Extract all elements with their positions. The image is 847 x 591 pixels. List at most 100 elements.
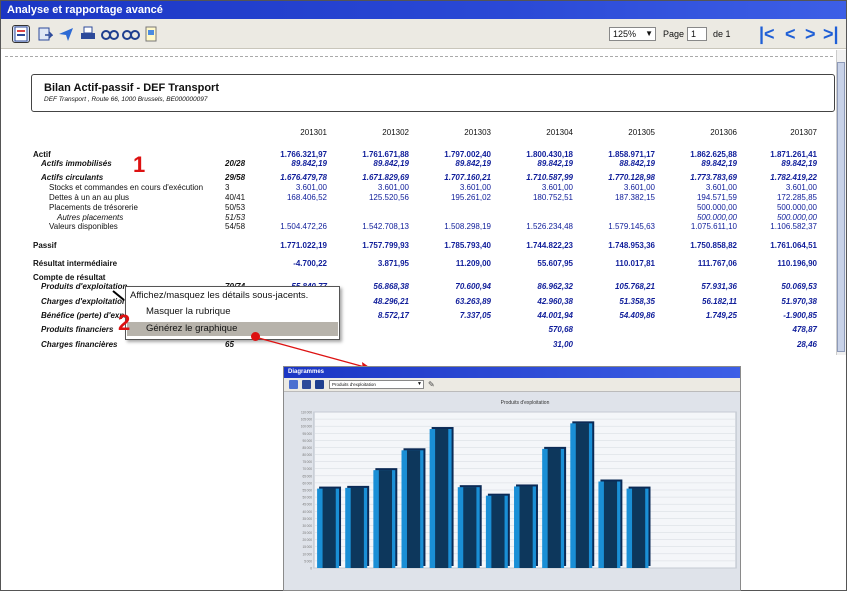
bar-shade <box>322 488 336 568</box>
row-label[interactable]: Compte de résultat <box>33 273 105 282</box>
export-icon[interactable] <box>37 26 54 42</box>
table-row[interactable]: Placements de trésorerie 50/53 500.000,00 5… <box>33 203 833 212</box>
table-row[interactable]: Dettes à un an au plus 40/41 168.406,52 125… <box>33 193 833 202</box>
send-icon[interactable] <box>58 26 74 42</box>
vertical-scrollbar[interactable] <box>836 50 846 355</box>
menu-item-generate-chart[interactable]: Générez le graphique <box>127 322 338 336</box>
row-value: 1.676.479,78 <box>280 173 327 182</box>
report-subtitle: DEF Transport , Route 66, 1000 Brussels,… <box>44 96 208 103</box>
row-value: 3.871,95 <box>377 259 409 268</box>
scrollbar-thumb[interactable] <box>837 62 845 352</box>
row-label[interactable]: Actif <box>33 150 51 159</box>
y-tick-label: 110 000 <box>301 411 312 415</box>
row-value: 89.842,19 <box>291 159 327 168</box>
y-tick-label: 95 000 <box>302 432 312 436</box>
chart-series-value: Produits d'exploitation <box>332 382 376 387</box>
chart-series-select[interactable]: Produits d'exploitation ▼ <box>329 380 424 389</box>
row-value: 1.766.321,97 <box>280 150 327 159</box>
row-label[interactable]: Passif <box>33 241 57 250</box>
chart-toolbar: Produits d'exploitation ▼ ✎ <box>284 378 740 392</box>
row-label[interactable]: Résultat intermédiaire <box>33 259 117 268</box>
row-value: 11.209,00 <box>455 259 491 268</box>
table-row[interactable]: Charges financières 65 31,00 28,46 <box>33 340 833 349</box>
row-value: 31,00 <box>552 340 573 349</box>
row-label[interactable]: Stocks et commandes en cours d'exécution <box>49 183 203 192</box>
period-header: 201304 <box>546 128 573 137</box>
report-header: Bilan Actif-passif - DEF Transport DEF T… <box>31 74 835 112</box>
row-label[interactable]: Valeurs disponibles <box>49 222 118 231</box>
row-code: 40/41 <box>225 193 246 202</box>
row-value: 28,46 <box>796 340 817 349</box>
row-value: 1.782.419,22 <box>770 173 817 182</box>
row-label[interactable]: Actifs immobilisés <box>41 159 112 168</box>
y-tick-label: 55 000 <box>302 489 312 493</box>
chart-save-icon[interactable] <box>302 380 311 389</box>
table-row[interactable]: Résultat intermédiaire -4.700,22 3.871,95 1… <box>33 259 833 268</box>
row-value: 125.520,56 <box>368 193 409 202</box>
table-row[interactable]: Stocks et commandes en cours d'exécution… <box>33 183 833 192</box>
row-label[interactable]: Actifs circulants <box>41 173 103 182</box>
table-row[interactable]: Compte de résultat <box>33 273 833 282</box>
report-layout-icon[interactable] <box>12 25 30 43</box>
row-value: 1.526.234,48 <box>526 222 573 231</box>
row-value: 1.773.783,69 <box>690 173 737 182</box>
row-value: -1.900,85 <box>783 311 817 320</box>
row-value: 3.601,00 <box>623 183 655 192</box>
row-value: 1.761.671,88 <box>362 150 409 159</box>
zoom-select[interactable]: 125% ▼ <box>609 27 656 41</box>
row-value: 1.858.971,17 <box>608 150 655 159</box>
row-value: 500.000,00 <box>696 203 737 212</box>
row-label[interactable]: Produits d'exploitation <box>41 282 127 291</box>
table-row[interactable]: Actifs circulants 29/58 1.676.479,78 1.671.… <box>33 173 833 182</box>
row-value: 3.601,00 <box>785 183 817 192</box>
y-tick-label: 80 000 <box>302 453 312 457</box>
table-row[interactable]: Actif 1.766.321,97 1.761.671,88 1.797.002,4… <box>33 150 833 159</box>
tooltip: Affichez/masquez les détails sous-jacent… <box>130 290 309 301</box>
chevron-down-icon: ▼ <box>645 29 653 38</box>
row-label[interactable]: Dettes à un an au plus <box>49 193 129 202</box>
y-tick-label: 0 <box>310 567 312 571</box>
page-setup-icon[interactable] <box>143 26 159 42</box>
find-icon[interactable] <box>101 26 119 42</box>
y-tick-label: 70 000 <box>302 467 312 471</box>
bar-shade <box>519 486 533 568</box>
page-label: Page <box>663 29 685 39</box>
table-row[interactable]: Autres placements 51/53 500.000,00 500.000,… <box>33 213 833 222</box>
row-label[interactable]: Charges financières <box>41 340 117 349</box>
row-label[interactable]: Produits financiers <box>41 325 113 334</box>
row-label[interactable]: Autres placements <box>57 213 123 222</box>
row-value: 180.752,51 <box>532 193 573 202</box>
previous-page-icon[interactable]: < <box>785 25 796 43</box>
next-page-icon[interactable]: > <box>805 25 816 43</box>
row-label[interactable]: Charges d'exploitation <box>41 297 127 306</box>
menu-item-hide-section[interactable]: Masquer la rubrique <box>127 305 338 319</box>
print-icon[interactable] <box>80 26 96 42</box>
row-value: 3.601,00 <box>541 183 573 192</box>
table-row[interactable]: Valeurs disponibles 54/58 1.504.472,26 1.54… <box>33 222 833 231</box>
row-code: 50/53 <box>225 203 246 212</box>
row-value: 194.571,59 <box>696 193 737 202</box>
row-code: 65 <box>225 340 234 349</box>
row-value: 1.710.587,99 <box>526 173 573 182</box>
period-header: 201307 <box>790 128 817 137</box>
chart-export-icon[interactable] <box>289 380 298 389</box>
y-tick-label: 25 000 <box>302 531 312 535</box>
chart-print-icon[interactable] <box>315 380 324 389</box>
table-row[interactable]: Actifs immobilisés 20/28 89.842,19 89.842,1… <box>33 159 833 168</box>
first-page-icon[interactable]: |< <box>759 25 775 43</box>
find-next-icon[interactable] <box>122 26 140 42</box>
row-value: 570,68 <box>548 325 573 334</box>
row-value: 1.504.472,26 <box>280 222 327 231</box>
click-indicator <box>251 332 260 341</box>
row-value: 44.001,94 <box>537 311 573 320</box>
row-value: 51.970,38 <box>781 297 817 306</box>
row-value: 1.579.145,63 <box>608 222 655 231</box>
row-label[interactable]: Placements de trésorerie <box>49 203 138 212</box>
last-page-icon[interactable]: >| <box>823 25 839 43</box>
page-number-input[interactable]: 1 <box>687 27 707 41</box>
app-title-bar: Analyse et rapportage avancé <box>1 1 846 19</box>
bar-shade <box>435 429 449 568</box>
y-tick-label: 75 000 <box>302 460 312 464</box>
table-row[interactable]: Passif 1.771.022,19 1.757.799,93 1.785.793,… <box>33 241 833 250</box>
chart-edit-icon[interactable]: ✎ <box>428 380 437 389</box>
